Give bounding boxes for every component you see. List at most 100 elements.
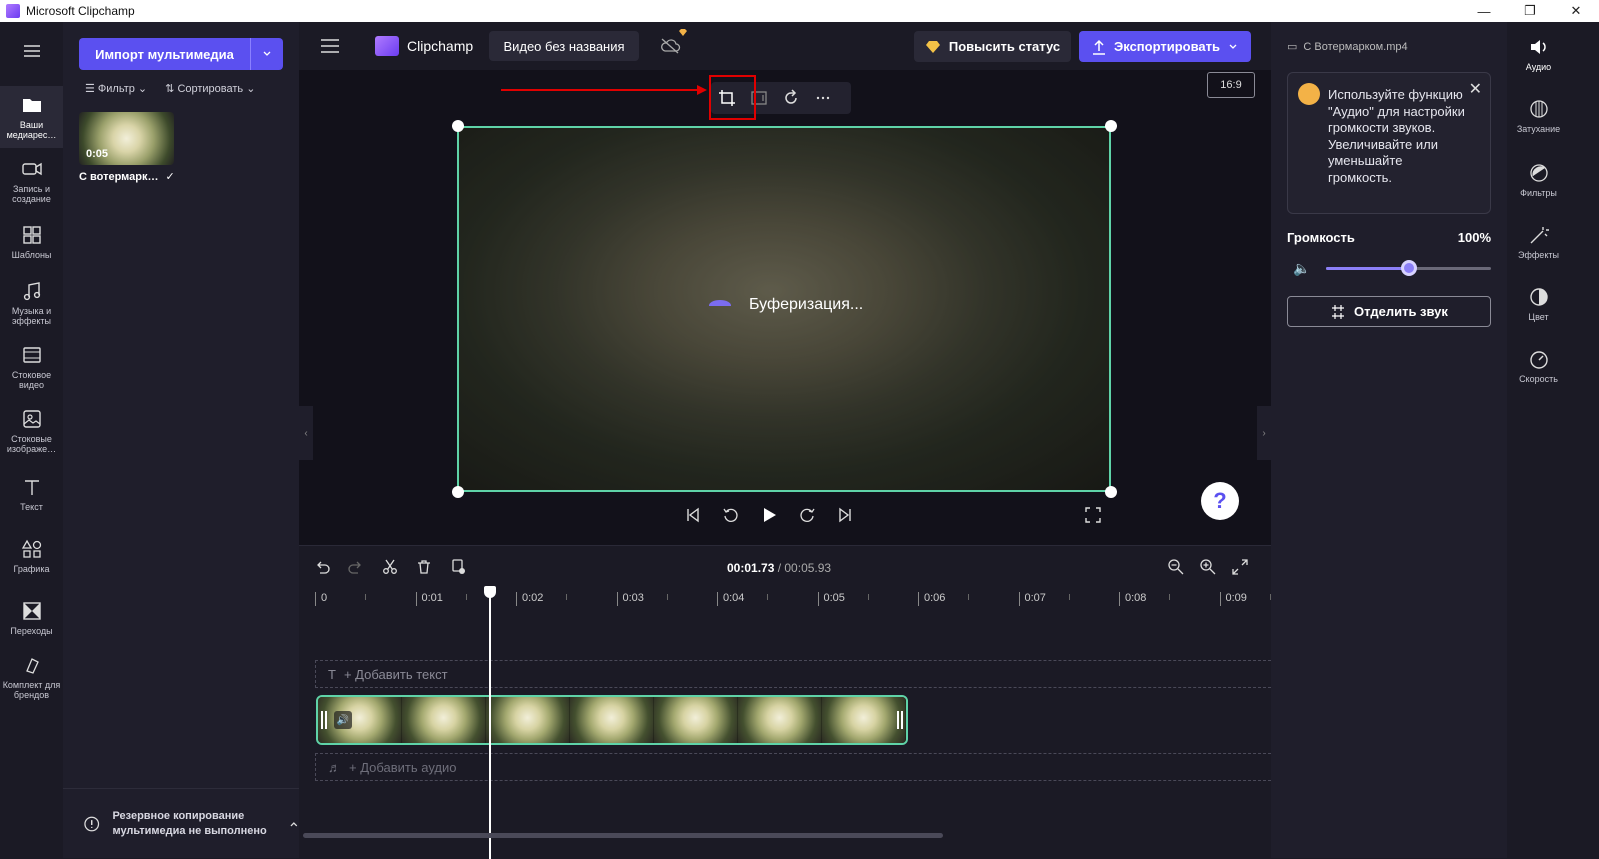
- camera-icon: [21, 162, 42, 176]
- sort-button[interactable]: ⇅ Сортировать ⌄: [165, 82, 255, 95]
- diamond-icon: [925, 40, 940, 53]
- clip-trim-handle-left[interactable]: [321, 711, 327, 729]
- filter-button[interactable]: ☰ Фильтр ⌄: [85, 82, 147, 95]
- file-name: С Вотермарком.mp4: [1303, 40, 1408, 53]
- add-audio-track[interactable]: ♬ + Добавить аудио: [315, 753, 1271, 781]
- hamburger-icon[interactable]: [319, 37, 341, 55]
- aspect-ratio-button[interactable]: 16:9: [1207, 72, 1255, 98]
- delete-button[interactable]: [415, 558, 433, 576]
- timeline-tools: [313, 558, 467, 576]
- templates-icon: [22, 226, 41, 244]
- nav-stock-images[interactable]: Стоковые изображе…: [0, 408, 63, 462]
- nav-templates[interactable]: Шаблоны: [0, 224, 63, 264]
- playhead[interactable]: [483, 586, 496, 859]
- tab-filters[interactable]: Фильтры: [1507, 162, 1570, 198]
- upgrade-button[interactable]: Повысить статус: [914, 31, 1071, 62]
- add-text-label: + Добавить текст: [343, 666, 448, 682]
- restore-button[interactable]: ❐: [1507, 0, 1553, 22]
- info-icon: [84, 816, 100, 831]
- window-titlebar: Microsoft Clipchamp — ❐ ✕: [0, 0, 1599, 22]
- filters-icon: [1529, 164, 1548, 182]
- more-options-button[interactable]: [807, 89, 839, 107]
- rewind-5-button[interactable]: [722, 506, 740, 524]
- video-preview[interactable]: Буферизация...: [457, 126, 1111, 492]
- sort-label: Сортировать: [177, 83, 244, 95]
- speaker-icon[interactable]: 🔈: [1293, 260, 1310, 277]
- buffering-indicator: Буферизация...: [709, 296, 863, 314]
- undo-button[interactable]: [313, 558, 331, 576]
- resize-handle-bottom-left[interactable]: [452, 486, 464, 498]
- hamburger-menu-button[interactable]: [0, 40, 63, 64]
- nav-music-effects[interactable]: Музыка и эффекты: [0, 280, 63, 334]
- close-window-button[interactable]: ✕: [1553, 0, 1599, 22]
- transitions-icon: [22, 602, 41, 620]
- music-icon: [23, 282, 40, 301]
- duplicate-button[interactable]: [449, 558, 467, 576]
- tab-effects[interactable]: Эффекты: [1507, 224, 1570, 260]
- skip-back-button[interactable]: [684, 506, 702, 524]
- tab-label: Эффекты: [1518, 250, 1559, 260]
- nav-graphics[interactable]: Графика: [0, 538, 63, 578]
- clip-volume-icon[interactable]: 🔊: [334, 711, 352, 729]
- help-button[interactable]: ?: [1201, 482, 1239, 520]
- video-clip[interactable]: 🔊: [316, 695, 908, 745]
- nav-label: Переходы: [10, 626, 53, 636]
- collapse-left-panel-button[interactable]: ‹: [299, 406, 313, 460]
- rotate-button[interactable]: [775, 89, 807, 107]
- resize-handle-top-right[interactable]: [1105, 120, 1117, 132]
- tab-fade[interactable]: Затухание: [1507, 98, 1570, 134]
- audio-tip-card: Используйте функцию "Аудио" для настройк…: [1287, 72, 1491, 214]
- project-title-input[interactable]: Видео без названия: [489, 31, 639, 61]
- nav-transitions[interactable]: Переходы: [0, 600, 63, 640]
- nav-record-create[interactable]: Запись и создание: [0, 158, 63, 208]
- backup-status[interactable]: Резервное копирование мультимедиа не вып…: [63, 788, 299, 858]
- fit-timeline-icon[interactable]: [1231, 558, 1249, 576]
- clip-trim-handle-right[interactable]: [897, 711, 903, 729]
- resize-handle-bottom-right[interactable]: [1105, 486, 1117, 498]
- current-time: 00:01.73: [727, 561, 775, 575]
- import-dropdown-button[interactable]: [251, 38, 283, 70]
- chevron-up-icon[interactable]: [289, 819, 299, 829]
- import-media-button[interactable]: Импорт мультимедиа: [79, 38, 283, 70]
- close-tip-button[interactable]: ✕: [1469, 79, 1482, 99]
- export-button[interactable]: Экспортировать: [1079, 31, 1251, 62]
- detach-audio-button[interactable]: Отделить звук: [1287, 296, 1491, 327]
- ruler-minor-tick: [1068, 594, 1070, 600]
- fullscreen-button[interactable]: [1085, 507, 1101, 528]
- nav-text[interactable]: Текст: [0, 476, 63, 516]
- play-button[interactable]: [760, 506, 778, 524]
- volume-slider-knob[interactable]: [1400, 260, 1417, 276]
- color-icon: [1529, 288, 1548, 306]
- split-button[interactable]: [381, 558, 399, 576]
- tab-audio[interactable]: Аудио: [1507, 36, 1570, 72]
- playhead-handle[interactable]: [483, 586, 496, 598]
- spinner-icon: [709, 299, 731, 311]
- cloud-off-icon[interactable]: [659, 36, 681, 56]
- zoom-in-icon[interactable]: [1199, 558, 1217, 576]
- zoom-out-icon[interactable]: [1167, 558, 1185, 576]
- import-media-label[interactable]: Импорт мультимедиа: [79, 38, 251, 70]
- annotation-arrow: [501, 89, 701, 91]
- skip-forward-button[interactable]: [836, 506, 854, 524]
- tab-speed[interactable]: Скорость: [1507, 348, 1570, 384]
- collapse-right-panel-button[interactable]: ›: [1257, 406, 1271, 460]
- nav-your-media[interactable]: Ваши медиарес…: [0, 86, 63, 148]
- timeline-ruler[interactable]: 0 0:01 0:02 0:03 0:04 0:05 0:06 0:07 0:08 0:09: [313, 588, 1271, 610]
- nav-stock-video[interactable]: Стоковое видео: [0, 344, 63, 394]
- resize-handle-top-left[interactable]: [452, 120, 464, 132]
- forward-5-button[interactable]: [798, 506, 816, 524]
- timeline-scrollbar[interactable]: [303, 833, 943, 838]
- more-icon: [816, 96, 830, 100]
- annotation-arrowhead: [697, 85, 707, 95]
- ruler-tick-label: 0:07: [1018, 592, 1046, 606]
- annotation-highlight-box: [709, 75, 756, 120]
- nav-brand-kit[interactable]: Комплект для брендов: [0, 654, 63, 710]
- media-thumbnail[interactable]: 0:05: [79, 112, 174, 165]
- redo-button[interactable]: [347, 558, 365, 576]
- add-text-track[interactable]: T + Добавить текст: [315, 660, 1271, 688]
- minimize-button[interactable]: —: [1461, 0, 1507, 22]
- nav-label: Стоковые изображе…: [6, 434, 57, 454]
- volume-slider[interactable]: [1326, 260, 1491, 276]
- film-icon: ▭: [1287, 41, 1298, 53]
- tab-color[interactable]: Цвет: [1507, 286, 1570, 322]
